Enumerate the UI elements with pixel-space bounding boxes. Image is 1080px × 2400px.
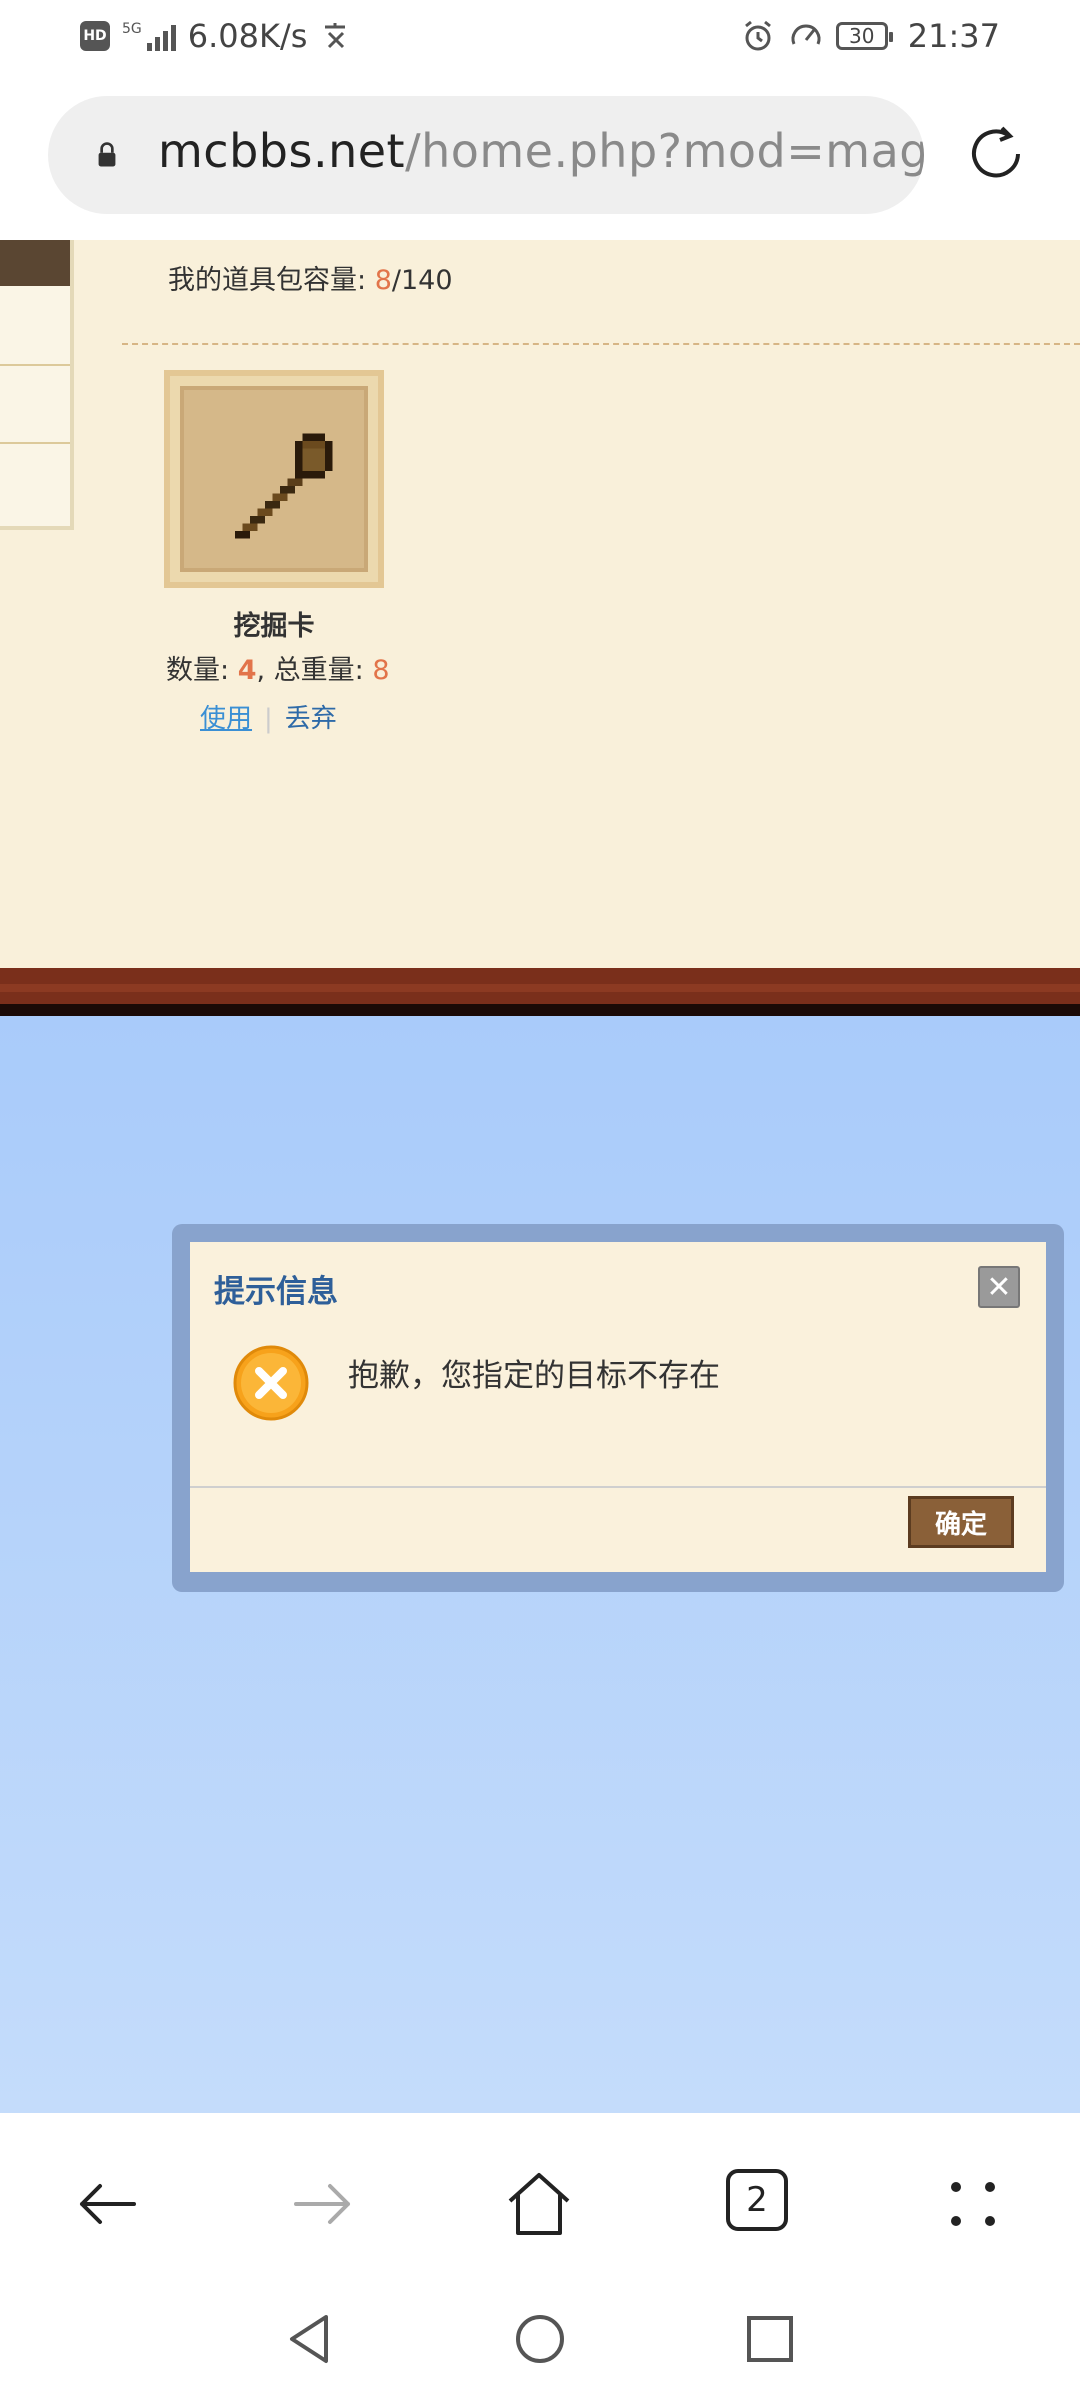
back-arrow-icon[interactable] (72, 2169, 142, 2239)
status-bar: HD 5G 6.08K/s 30 21:37 (0, 0, 1080, 72)
url-host: mcbbs.net (158, 124, 406, 178)
item-slot[interactable] (164, 370, 384, 588)
status-left: HD 5G 6.08K/s (80, 14, 353, 58)
reload-icon[interactable] (964, 122, 1028, 186)
nav-home-icon[interactable] (512, 2311, 568, 2367)
url-path: /home.php?mod=magic (405, 124, 924, 178)
home-icon[interactable] (504, 2169, 574, 2239)
network-type: 5G (122, 21, 142, 37)
message-dialog: 提示信息 ✕ 抱歉，您指定的目标不存在 确定 (172, 1224, 1064, 1592)
action-separator: | (264, 704, 273, 734)
browser-toolbar: 2 (0, 2113, 1080, 2283)
tabs-button[interactable]: 2 (726, 2169, 788, 2231)
bag-capacity: 我的道具包容量: 8/140 (168, 258, 453, 297)
dialog-title: 提示信息 (214, 1274, 338, 1310)
capacity-used: 8 (374, 265, 392, 296)
status-right: 30 21:37 (740, 14, 1000, 58)
drop-link[interactable]: 丢弃 (285, 704, 337, 734)
qty-value: 4 (237, 655, 257, 686)
close-icon[interactable]: ✕ (978, 1266, 1020, 1308)
left-sidebar-stub (0, 240, 74, 530)
lock-icon (98, 142, 116, 167)
weight-value: 8 (372, 655, 390, 686)
dialog-body: 提示信息 ✕ 抱歉，您指定的目标不存在 确定 (190, 1242, 1046, 1572)
weight-label: , 总重量: (256, 655, 373, 686)
menu-dots-icon[interactable] (938, 2169, 1008, 2239)
qty-label: 数量: (166, 655, 238, 686)
item-bag-panel: 我的道具包容量: 8/140 挖掘卡 数量: 4, 总重量: 8 使用 | 丢弃 (0, 240, 1080, 968)
battery-icon: 30 (835, 22, 893, 50)
address-bar-row: mcbbs.net/home.php?mod=magic (0, 72, 1080, 240)
clock: 21:37 (907, 17, 1000, 55)
system-navigation-bar (0, 2283, 1080, 2400)
web-page: 我的道具包容量: 8/140 挖掘卡 数量: 4, 总重量: 8 使用 | 丢弃… (0, 240, 1080, 2113)
divider (122, 343, 1080, 345)
forward-arrow-icon[interactable] (288, 2169, 358, 2239)
address-bar[interactable]: mcbbs.net/home.php?mod=magic (48, 96, 924, 214)
page-footer-bar (0, 968, 1080, 1016)
battery-level: 30 (849, 24, 875, 48)
item-meta: 数量: 4, 总重量: 8 (166, 648, 390, 687)
use-link[interactable]: 使用 (200, 704, 252, 734)
signal-icon: 5G (122, 21, 176, 51)
ok-button[interactable]: 确定 (908, 1496, 1014, 1548)
capacity-total: /140 (391, 265, 453, 296)
network-speed: 6.08K/s (187, 17, 308, 55)
nav-recents-icon[interactable] (742, 2311, 798, 2367)
dialog-message: 抱歉，您指定的目标不存在 (348, 1358, 720, 1394)
speedometer-icon (791, 24, 821, 45)
dialog-divider (190, 1486, 1046, 1488)
shovel-icon (235, 433, 333, 539)
nav-back-icon[interactable] (282, 2311, 338, 2367)
item-actions: 使用 | 丢弃 (200, 698, 337, 735)
url-text: mcbbs.net/home.php?mod=magic (158, 124, 924, 178)
capacity-label: 我的道具包容量: (168, 265, 375, 296)
input-method-icon (325, 23, 346, 49)
alarm-icon (744, 20, 771, 51)
hd-badge: HD (80, 21, 110, 51)
error-icon (233, 1345, 309, 1421)
item-name: 挖掘卡 (233, 611, 315, 642)
